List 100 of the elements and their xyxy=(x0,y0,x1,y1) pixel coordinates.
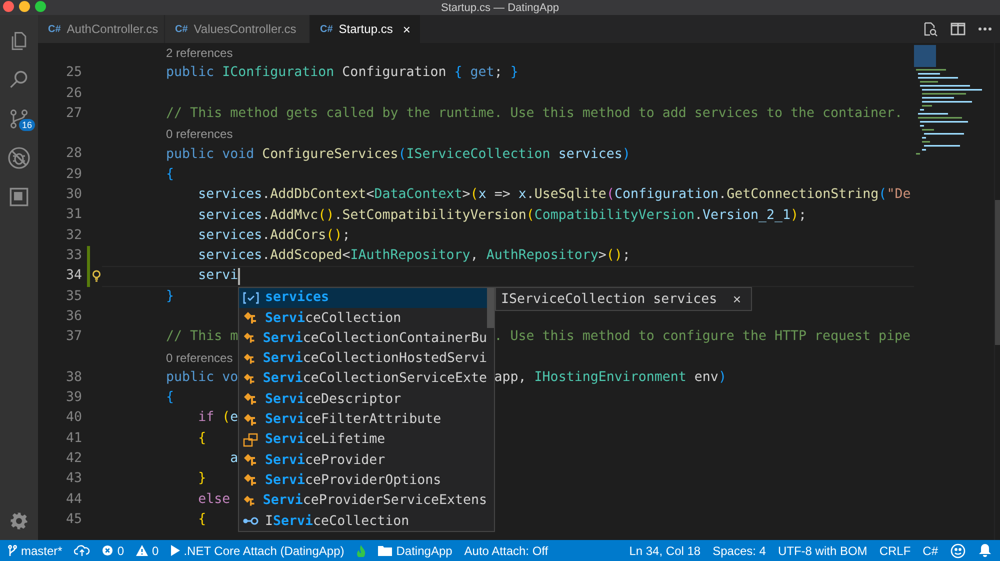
status-item[interactable]: 0 xyxy=(102,544,124,558)
class-icon xyxy=(243,331,257,346)
editor-tab[interactable]: C# AuthController.cs xyxy=(38,15,165,43)
code-lens[interactable]: 0 references xyxy=(166,127,233,142)
status-item[interactable] xyxy=(74,544,90,556)
source-control-icon xyxy=(8,108,30,130)
class-icon xyxy=(243,352,257,366)
class-icon xyxy=(243,412,259,427)
status-item[interactable]: UTF-8 with BOM xyxy=(778,544,868,558)
lightbulb-icon[interactable] xyxy=(92,270,101,282)
line-number: 41 xyxy=(64,430,82,448)
file-search-icon[interactable] xyxy=(922,21,938,37)
suggestion-item[interactable]: ServiceLifetime xyxy=(239,430,487,450)
code-text: } xyxy=(197,470,206,488)
more-icon[interactable] xyxy=(978,27,992,31)
line-number: 36 xyxy=(64,308,82,326)
bell-icon[interactable] xyxy=(978,543,992,558)
status-item[interactable]: C# xyxy=(922,544,938,558)
play-icon xyxy=(170,545,180,556)
code-text: if (e xyxy=(197,409,238,428)
code-text: { xyxy=(197,510,206,529)
status-item[interactable]: 0 xyxy=(136,544,159,558)
close-window-button[interactable] xyxy=(3,1,14,12)
code-text: public vo xyxy=(165,368,238,387)
variable-icon xyxy=(243,292,259,304)
code-text: services.AddScoped<IAuthRepository, AuthRepository>(); xyxy=(197,247,630,266)
editor-tab[interactable]: C# Startup.cs × xyxy=(310,15,422,43)
status-item[interactable]: Auto Attach: Off xyxy=(464,544,548,558)
class-icon xyxy=(243,372,257,386)
suggestion-item[interactable]: ServiceCollectionContainerBu xyxy=(239,328,487,348)
status-item[interactable]: DatingApp xyxy=(378,544,452,558)
line-number: 35 xyxy=(64,288,82,306)
flame-icon xyxy=(356,544,366,556)
settings-icon[interactable] xyxy=(10,512,28,530)
status-item[interactable]: master* xyxy=(8,544,62,558)
split-editor-icon[interactable] xyxy=(950,21,966,37)
line-number: 43 xyxy=(64,470,82,488)
changes-badge: 16 xyxy=(19,119,36,131)
line-number: 38 xyxy=(64,368,82,387)
branch-icon xyxy=(8,544,17,556)
line-number: 34 xyxy=(64,267,82,286)
code-text: { xyxy=(165,389,174,408)
code-text: app, IHostingEnvironment env) xyxy=(494,368,726,387)
cloud-sync-icon xyxy=(74,544,90,556)
line-number: 29 xyxy=(64,166,82,184)
line-number: 27 xyxy=(64,104,82,123)
code-text: public void ConfigureServices(IServiceCollection services) xyxy=(165,146,630,164)
suggestion-item[interactable]: ServiceCollectionHostedServi xyxy=(239,348,487,369)
line-number: 33 xyxy=(64,246,82,265)
code-text: services.AddDbContext<DataContext>(x => x.UseSqlite(Configuration.GetConnectionString("De xyxy=(197,186,911,204)
suggestion-item[interactable]: ServiceFilterAttribute xyxy=(239,409,487,430)
suggestion-item[interactable]: services xyxy=(239,288,487,308)
suggestion-item[interactable]: IServiceCollection xyxy=(239,510,487,532)
class-icon xyxy=(243,392,259,406)
enum-icon xyxy=(243,432,259,447)
line-number: 42 xyxy=(64,450,82,468)
status-item[interactable]: .NET Core Attach (DatingApp) xyxy=(170,544,344,558)
code-text: { xyxy=(197,430,206,448)
minimize-window-button[interactable] xyxy=(19,1,30,12)
class-icon xyxy=(243,453,259,468)
interface-icon xyxy=(243,516,259,526)
warning-icon xyxy=(136,545,148,556)
window-title: Startup.cs — DatingApp xyxy=(440,2,559,14)
line-number: 39 xyxy=(64,389,82,408)
extensions-icon xyxy=(9,186,29,206)
suggestion-item[interactable]: ServiceProviderOptions xyxy=(239,470,487,491)
line-number: 28 xyxy=(64,145,82,164)
no-bug-icon xyxy=(7,146,31,170)
status-item[interactable]: Spaces: 4 xyxy=(712,544,766,558)
folder-icon xyxy=(378,545,392,556)
class-icon xyxy=(243,311,259,326)
code-text: services.AddMvc().SetCompatibilityVersion(CompatibilityVersion.Version_2_1); xyxy=(197,206,807,225)
line-number: 30 xyxy=(64,186,82,204)
feedback-icon[interactable] xyxy=(950,542,966,558)
class-icon xyxy=(243,494,257,508)
line-number: 26 xyxy=(64,84,82,103)
line-number: 32 xyxy=(64,226,82,245)
activity-bar-item[interactable]: 16 xyxy=(0,99,38,138)
suggestion-item[interactable]: ServiceCollectionServiceExte xyxy=(239,368,487,390)
line-number: 37 xyxy=(64,328,82,346)
scrollbar-thumb[interactable] xyxy=(487,288,494,328)
code-lens[interactable]: 2 references xyxy=(166,46,233,60)
editor-tab[interactable]: C# ValuesController.cs xyxy=(165,15,310,43)
suggestion-item[interactable]: ServiceDescriptor xyxy=(239,389,487,410)
status-item[interactable]: CRLF xyxy=(879,544,911,558)
scrollbar-thumb[interactable] xyxy=(995,200,1000,345)
close-button[interactable]: × xyxy=(730,291,743,307)
status-item[interactable]: Ln 34, Col 18 xyxy=(629,544,701,558)
code-text: else xyxy=(197,490,230,509)
code-lens[interactable]: 0 references xyxy=(166,350,233,365)
code-text: . Use this method to configure the HTTP request pipe xyxy=(494,328,911,346)
suggestion-item[interactable]: ServiceProvider xyxy=(239,450,487,470)
suggestion-item[interactable]: ServiceCollection xyxy=(239,308,487,328)
maximize-window-button[interactable] xyxy=(35,1,46,12)
suggestion-item[interactable]: ServiceProviderServiceExtens xyxy=(239,490,487,511)
search-icon xyxy=(8,68,30,90)
line-number: 44 xyxy=(64,490,82,509)
code-text: } xyxy=(165,288,174,306)
error-icon xyxy=(102,545,114,556)
code-text: public IConfiguration Configuration { get; } xyxy=(165,64,518,82)
